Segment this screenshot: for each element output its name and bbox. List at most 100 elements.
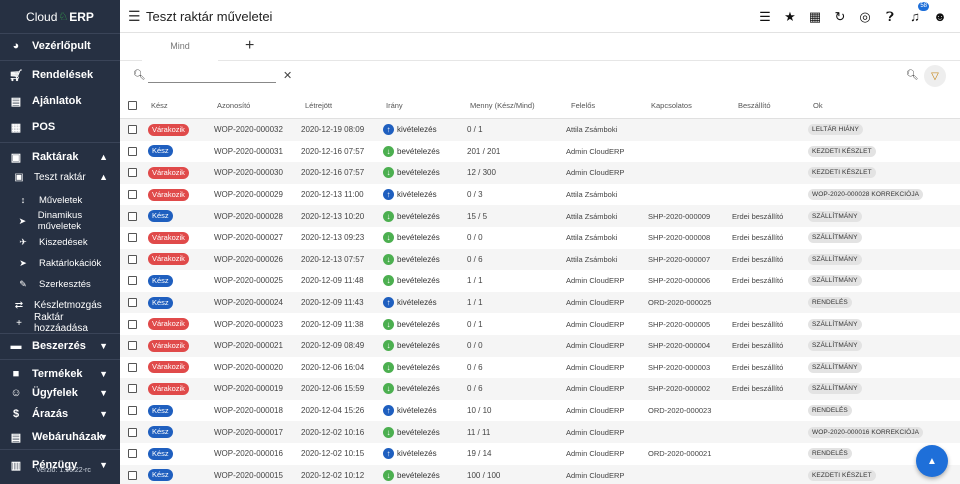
table-row[interactable]: Kész WOP-2020-000031 2020-12-16 07:57 ↓ bevé… — [120, 141, 960, 163]
cell-id[interactable]: WOP-2020-000015 — [214, 471, 283, 480]
header-ok[interactable]: Ok — [813, 101, 823, 110]
nav-termekek[interactable]: ■ Termékek ▼ — [0, 366, 120, 382]
sync-icon[interactable]: ↻ — [832, 9, 848, 25]
nav-vezerlopult[interactable]: ◕ Vezérlőpult — [0, 38, 120, 54]
table-row[interactable]: Várakozik WOP-2020-000032 2020-12-19 08:09… — [120, 119, 960, 141]
nav-dinamikus-muveletek[interactable]: ➤ Dinamikus műveletek — [0, 210, 120, 232]
tab-mind[interactable]: Mind — [142, 33, 218, 61]
app-logo[interactable]: Cloud ♘ ERP — [0, 0, 120, 33]
nav-pos[interactable]: ▦ POS — [0, 119, 120, 135]
row-checkbox[interactable] — [128, 190, 137, 200]
bell-icon[interactable]: ♫ 58 — [907, 1, 929, 25]
cell-id[interactable]: WOP-2020-000028 — [214, 212, 283, 221]
nav-szerkesztes[interactable]: ✎ Szerkesztés — [0, 277, 120, 291]
row-checkbox[interactable] — [128, 254, 137, 264]
header-menny[interactable]: Menny (Kész/Mind) — [470, 101, 535, 110]
table-row[interactable]: Várakozik WOP-2020-000020 2020-12-06 16:04… — [120, 357, 960, 379]
nav-raktarak[interactable]: ▣ Raktárak ▲ — [0, 149, 120, 165]
header-beszallito[interactable]: Beszállító — [738, 101, 771, 110]
header-azonosito[interactable]: Azonosító — [217, 101, 250, 110]
row-checkbox[interactable] — [128, 341, 137, 351]
row-checkbox[interactable] — [128, 125, 137, 135]
table-row[interactable]: Kész WOP-2020-000016 2020-12-02 10:15 ↑ kivé… — [120, 443, 960, 465]
cell-id[interactable]: WOP-2020-000027 — [214, 233, 283, 242]
table-row[interactable]: Kész WOP-2020-000015 2020-12-02 10:12 ↓ bevé… — [120, 464, 960, 484]
close-icon[interactable]: ✕ — [283, 69, 292, 82]
row-checkbox[interactable] — [128, 168, 137, 178]
row-checkbox[interactable] — [128, 406, 137, 416]
header-felelos[interactable]: Felelős — [571, 101, 595, 110]
header-kesz[interactable]: Kész — [151, 101, 168, 110]
cell-id[interactable]: WOP-2020-000023 — [214, 320, 283, 329]
nav-raktar-hozzaadasa[interactable]: + Raktár hozzáadása — [0, 312, 120, 334]
table-row[interactable]: Kész WOP-2020-000028 2020-12-13 10:20 ↓ bevé… — [120, 205, 960, 227]
table-row[interactable]: Kész WOP-2020-000017 2020-12-02 10:16 ↓ bevé… — [120, 421, 960, 443]
table-row[interactable]: Várakozik WOP-2020-000027 2020-12-13 09:23… — [120, 227, 960, 249]
cell-related[interactable]: SHP-2020-000006 — [648, 276, 710, 285]
row-checkbox[interactable] — [128, 233, 137, 243]
filter-icon[interactable]: ▽ — [924, 65, 946, 87]
header-kapcsolatos[interactable]: Kapcsolatos — [651, 101, 692, 110]
cell-id[interactable]: WOP-2020-000032 — [214, 125, 283, 134]
cell-id[interactable]: WOP-2020-000017 — [214, 428, 283, 437]
nav-muveletek[interactable]: ↕ Műveletek — [0, 193, 120, 207]
nav-teszt-raktar[interactable]: ▣ Teszt raktár ▲ — [0, 170, 120, 184]
select-all-checkbox[interactable] — [128, 101, 137, 110]
building-icon[interactable]: ▦ — [807, 9, 823, 25]
row-checkbox[interactable] — [128, 298, 137, 308]
cell-id[interactable]: WOP-2020-000018 — [214, 406, 283, 415]
row-checkbox[interactable] — [128, 449, 137, 459]
row-checkbox[interactable] — [128, 146, 137, 156]
search-input[interactable] — [148, 69, 276, 83]
cell-id[interactable]: WOP-2020-000020 — [214, 363, 283, 372]
cell-id[interactable]: WOP-2020-000024 — [214, 298, 283, 307]
row-checkbox[interactable] — [128, 211, 137, 221]
nav-rendelesek[interactable]: 🛒︎ Rendelések — [0, 67, 120, 83]
row-checkbox[interactable] — [128, 384, 137, 394]
cell-id[interactable]: WOP-2020-000019 — [214, 384, 283, 393]
cell-related[interactable]: SHP-2020-000003 — [648, 363, 710, 372]
row-checkbox[interactable] — [128, 276, 137, 286]
row-checkbox[interactable] — [128, 362, 137, 372]
table-row[interactable]: Várakozik WOP-2020-000026 2020-12-13 07:57… — [120, 248, 960, 271]
table-row[interactable]: Várakozik WOP-2020-000023 2020-12-09 11:38… — [120, 313, 960, 335]
globe-icon[interactable]: ◎ — [857, 9, 873, 25]
table-row[interactable]: Várakozik WOP-2020-000029 2020-12-13 11:00… — [120, 184, 960, 206]
header-irany[interactable]: Irány — [386, 101, 403, 110]
cell-id[interactable]: WOP-2020-000029 — [214, 190, 283, 199]
user-account-icon[interactable]: ☻ — [932, 9, 948, 25]
table-row[interactable]: Kész WOP-2020-000025 2020-12-09 11:48 ↓ bevé… — [120, 270, 960, 292]
cell-related[interactable]: SHP-2020-000008 — [648, 233, 710, 242]
nav-ugyfelek[interactable]: ☺ Ügyfelek ▼ — [0, 385, 120, 401]
help-icon[interactable]: ❓︎ — [882, 9, 898, 25]
cell-related[interactable]: SHP-2020-000007 — [648, 255, 710, 264]
star-icon[interactable]: ★ — [782, 9, 798, 25]
add-tab-icon[interactable]: + — [245, 37, 254, 55]
cell-related[interactable]: ORD-2020-000021 — [648, 449, 711, 458]
nav-beszerzes[interactable]: ▬ Beszerzés ▼ — [0, 338, 120, 354]
cell-id[interactable]: WOP-2020-000031 — [214, 147, 283, 156]
table-row[interactable]: Kész WOP-2020-000024 2020-12-09 11:43 ↑ kivé… — [120, 291, 960, 314]
row-checkbox[interactable] — [128, 427, 137, 437]
hamburger-menu-icon[interactable]: ☰ — [128, 8, 142, 25]
cell-id[interactable]: WOP-2020-000016 — [214, 449, 283, 458]
search-icon[interactable]: 🔍︎ — [906, 70, 919, 81]
nav-raktarlokaciok[interactable]: ➤ Raktárlokációk — [0, 256, 120, 270]
nav-ajanlatok[interactable]: ▤ Ajánlatok — [0, 93, 120, 109]
nav-webaruhazak[interactable]: ▤ Webáruházak ▼ — [0, 429, 120, 445]
table-row[interactable]: Kész WOP-2020-000018 2020-12-04 15:26 ↑ kivé… — [120, 400, 960, 422]
table-row[interactable]: Várakozik WOP-2020-000021 2020-12-09 08:49… — [120, 335, 960, 357]
table-row[interactable]: Várakozik WOP-2020-000030 2020-12-16 07:57… — [120, 162, 960, 184]
cell-id[interactable]: WOP-2020-000025 — [214, 276, 283, 285]
cell-related[interactable]: SHP-2020-000005 — [648, 320, 710, 329]
cell-related[interactable]: ORD-2020-000023 — [648, 406, 711, 415]
row-checkbox[interactable] — [128, 470, 137, 480]
nav-keszletmozgas[interactable]: ⇄ Készletmozgás — [0, 298, 120, 312]
cell-id[interactable]: WOP-2020-000030 — [214, 168, 283, 177]
cell-related[interactable]: SHP-2020-000009 — [648, 212, 710, 221]
scroll-top-button[interactable]: ▲ — [916, 445, 948, 477]
row-checkbox[interactable] — [128, 319, 137, 329]
cell-id[interactable]: WOP-2020-000026 — [214, 255, 283, 264]
task-list-icon[interactable]: ☰ — [757, 9, 773, 25]
cell-id[interactable]: WOP-2020-000021 — [214, 341, 283, 350]
